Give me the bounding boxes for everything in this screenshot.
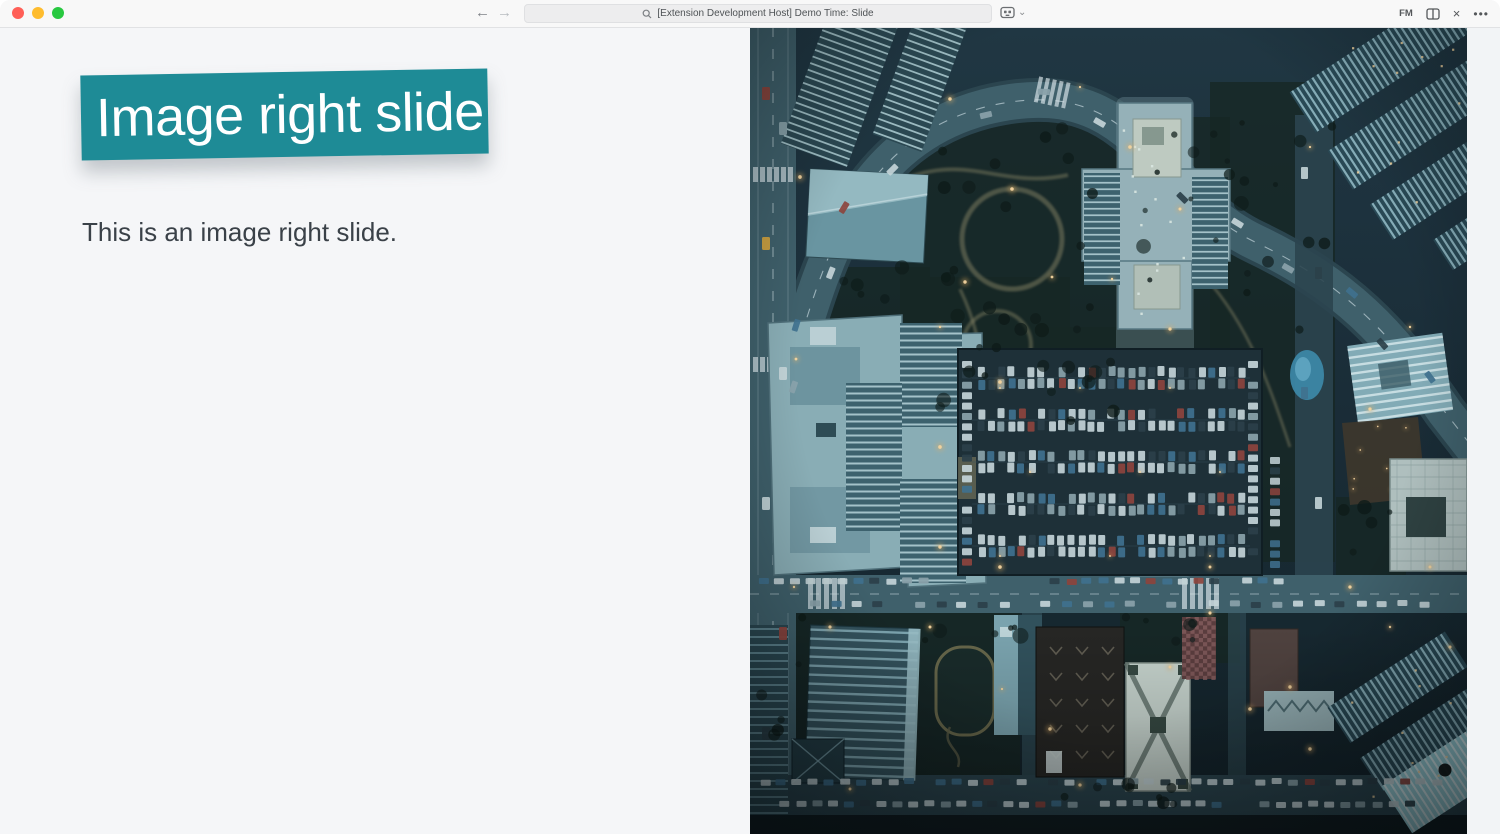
device-preview-icon[interactable] <box>1000 6 1015 19</box>
aerial-city-svg <box>750 27 1467 834</box>
close-preview-button[interactable]: × <box>1453 7 1461 20</box>
slide-body-text: This is an image right slide. <box>82 217 397 248</box>
browser-viewport: Image right slide This is an image right… <box>0 27 1500 834</box>
slide-title: Image right slide <box>80 80 484 149</box>
more-actions-button[interactable]: ••• <box>1473 9 1489 19</box>
aerial-city-photo <box>750 27 1467 834</box>
zoom-window-button[interactable] <box>52 7 64 19</box>
address-bar[interactable]: [Extension Development Host] Demo Time: … <box>524 4 992 23</box>
search-icon <box>642 9 652 19</box>
right-gutter <box>1467 27 1500 834</box>
slide-title-banner: Image right slide <box>80 68 488 160</box>
app-window: ← → [Extension Development Host] Demo Ti… <box>0 0 1500 834</box>
fm-badge-icon[interactable]: FM <box>1399 8 1413 19</box>
preview-tools: ⌄ <box>1000 6 1026 19</box>
close-window-button[interactable] <box>12 7 24 19</box>
split-view-icon[interactable] <box>1426 8 1440 20</box>
back-button[interactable]: ← <box>475 0 490 26</box>
slide-canvas: Image right slide This is an image right… <box>0 27 750 834</box>
titlebar-right-tools: FM × ••• <box>1399 0 1489 27</box>
window-controls <box>12 7 64 19</box>
address-text: [Extension Development Host] Demo Time: … <box>657 8 873 19</box>
forward-button[interactable]: → <box>497 0 512 26</box>
chevron-down-icon[interactable]: ⌄ <box>1018 8 1026 18</box>
titlebar: ← → [Extension Development Host] Demo Ti… <box>0 0 1500 28</box>
minimize-window-button[interactable] <box>32 7 44 19</box>
